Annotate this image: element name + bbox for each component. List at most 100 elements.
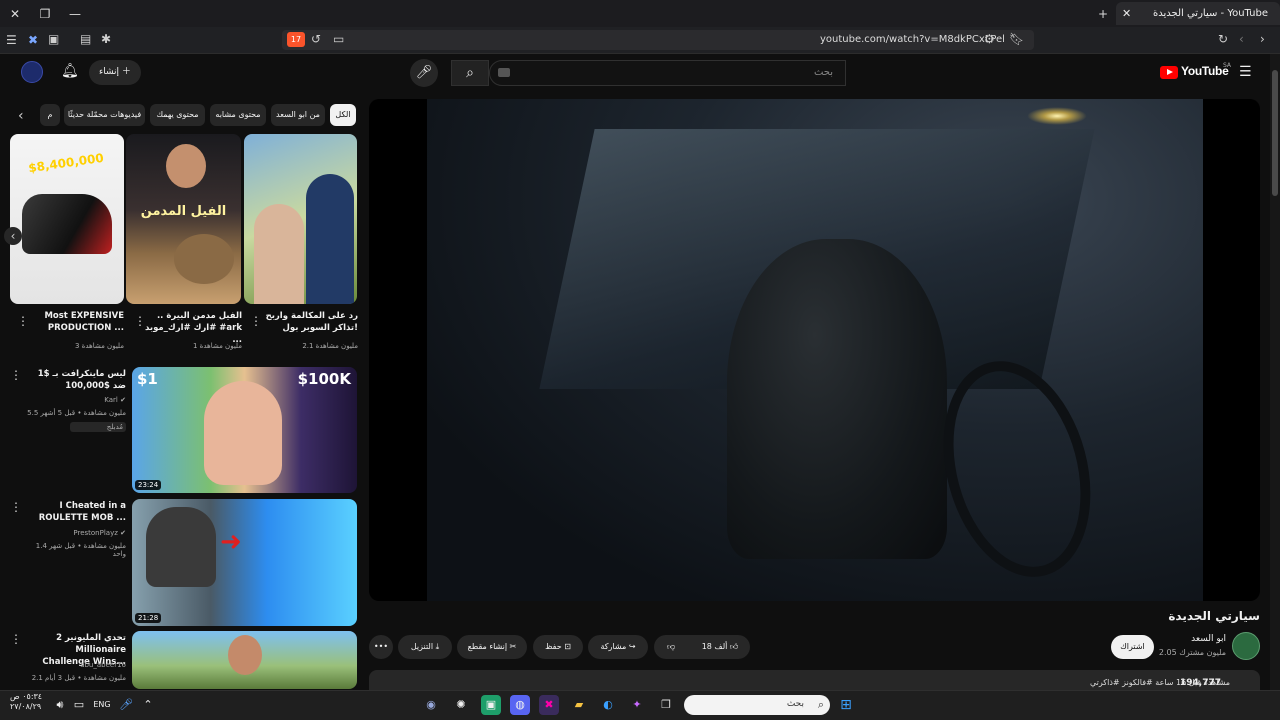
short-more-icon-3[interactable]: ⋮: [17, 314, 29, 328]
video-title-1[interactable]: ليس ماينكرافت بـ $1 ضد $100,000: [26, 368, 126, 392]
save-button[interactable]: حفظ ⊡: [533, 635, 583, 659]
short-more-icon-1[interactable]: ⋮: [250, 314, 262, 328]
bookmark-icon[interactable]: 🔖︎: [1009, 32, 1024, 46]
chip-label: الكل: [335, 110, 351, 119]
file-explorer-icon[interactable]: ▰: [569, 695, 589, 715]
search-button[interactable]: ⌕: [451, 60, 489, 86]
video-more-icon-3[interactable]: ⋮: [10, 632, 22, 646]
extension-icon[interactable]: ✖: [28, 33, 38, 47]
guide-menu-icon[interactable]: ☰: [1239, 64, 1252, 80]
chip-related[interactable]: محتوى مشابه: [210, 104, 266, 126]
chip-all[interactable]: الكل: [330, 104, 356, 126]
restore-window-icon[interactable]: ❐: [36, 5, 54, 23]
brave-shield-icon[interactable]: 17: [287, 32, 305, 47]
taskbar-search[interactable]: ⌕ بحث: [684, 695, 830, 715]
download-button[interactable]: التنزيل ⤓: [398, 635, 452, 659]
video-thumbnail-2[interactable]: ➜ 21:28: [132, 499, 357, 626]
video-thumbnail-3-face: [228, 635, 262, 675]
site-settings-icon[interactable]: ⚙: [984, 32, 995, 46]
short-thumbnail-2[interactable]: الفيل المدمن: [126, 134, 241, 304]
shorts-scroll-left-icon[interactable]: ‹: [4, 227, 22, 245]
account-avatar[interactable]: [21, 61, 43, 83]
more-actions-button[interactable]: •••: [369, 635, 393, 659]
close-tab-icon[interactable]: ✕: [1122, 2, 1131, 25]
short-thumbnail-1[interactable]: [244, 134, 357, 304]
short-thumbnail-1-person: [306, 174, 354, 304]
video-more-icon-1[interactable]: ⋮: [10, 368, 22, 382]
create-button[interactable]: إنشاء ＋: [89, 60, 141, 85]
video-more-icon-2[interactable]: ⋮: [10, 500, 22, 514]
like-button[interactable]: 18 ألف 👍︎: [690, 635, 750, 659]
short-more-icon-2[interactable]: ⋮: [134, 314, 146, 328]
share-button[interactable]: مشاركة ↪: [588, 635, 648, 659]
rewind-icon[interactable]: ↺: [311, 32, 321, 46]
shield-badge-count: 17: [290, 35, 302, 44]
channel-name[interactable]: ابو السعد: [1150, 634, 1226, 644]
chip-from-channel[interactable]: من ابو السعد: [271, 104, 325, 126]
notifications-bell-icon[interactable]: 🔔︎: [61, 63, 79, 79]
discord-icon[interactable]: ◍: [510, 695, 530, 715]
app-icon[interactable]: ✺: [451, 695, 471, 715]
wallet-icon[interactable]: ▤: [80, 32, 91, 46]
system-clock[interactable]: ٠٥:٣٤ ص ٢٧/٠٨/٢٩: [10, 692, 42, 712]
browser-tab[interactable]: سيارتي الجديدة - YouTube ✕: [1116, 2, 1280, 25]
language-indicator[interactable]: ENG: [90, 695, 114, 715]
short-title-1[interactable]: رد على المكالمة واربح تذاكر السوبر بول!: [258, 310, 358, 334]
short-thumbnail-1-person: [254, 204, 304, 304]
video-thumbnail-1[interactable]: $1 $100K 23:24: [132, 367, 357, 493]
minimize-window-icon[interactable]: —: [66, 5, 84, 23]
dislike-button[interactable]: 👎︎: [654, 635, 688, 659]
back-icon[interactable]: ›: [1260, 32, 1265, 46]
scrollbar-thumb[interactable]: [1272, 70, 1278, 196]
chip-for-you[interactable]: محتوى يهمك: [150, 104, 205, 126]
steam-icon[interactable]: ◉: [421, 695, 441, 715]
clip-button[interactable]: إنشاء مقطع ✂: [457, 635, 527, 659]
reader-mode-icon[interactable]: ▭: [333, 32, 344, 46]
copilot-icon[interactable]: ✦: [627, 695, 647, 715]
video-channel-1[interactable]: Karl ✔: [26, 396, 126, 404]
store-icon[interactable]: ▣: [481, 695, 501, 715]
microphone-tray-icon[interactable]: 🎤︎: [116, 695, 136, 715]
forward-icon[interactable]: ‹: [1239, 32, 1244, 46]
video-channel-2[interactable]: PrestonPlayz ✔: [26, 529, 126, 537]
video-thumbnail-2-mob: [146, 507, 216, 587]
video-thumbnail-1-right-text: $100K: [297, 370, 351, 388]
url-text[interactable]: youtube.com/watch?v=M8dkPCxLPel: [820, 34, 1005, 45]
channel-avatar[interactable]: [1232, 632, 1260, 660]
search-input[interactable]: بحث: [489, 60, 846, 86]
reload-icon[interactable]: ↻: [1218, 32, 1228, 46]
tray-overflow-icon[interactable]: ⌃: [138, 695, 158, 715]
youtube-logo[interactable]: YouTube: [1160, 64, 1229, 80]
menu-icon[interactable]: ☰: [6, 33, 17, 47]
windows-start-icon[interactable]: ⊞: [836, 695, 856, 715]
new-tab-icon[interactable]: +: [1094, 5, 1112, 23]
video-channel-3[interactable]: abu_abeer16: [26, 661, 126, 669]
sidebar-icon[interactable]: ▣: [48, 32, 59, 46]
short-title-2[interactable]: الفيل مدمن البيرة .. #ارك #ارك_موبد #ark…: [142, 310, 242, 346]
task-view-icon[interactable]: ❐: [656, 695, 676, 715]
speaker-icon[interactable]: 🔊︎: [50, 695, 70, 715]
short-thumbnail-2-creature: [174, 234, 234, 284]
browser-title-bar: [0, 0, 1280, 27]
short-thumbnail-2-text: الفيل المدمن: [140, 204, 227, 219]
video-thumbnail-3[interactable]: [132, 631, 357, 689]
create-label: إنشاء: [99, 67, 120, 77]
chip-partial[interactable]: م: [40, 104, 60, 126]
puzzle-icon[interactable]: ✱: [101, 32, 111, 46]
tab-title: سيارتي الجديدة - YouTube: [1152, 8, 1268, 19]
video-title-2[interactable]: I Cheated in a ROULETTE MOB ...: [26, 500, 126, 524]
keyboard-icon[interactable]: [498, 68, 510, 77]
video-player[interactable]: [369, 99, 1260, 601]
close-window-icon[interactable]: ✕: [6, 5, 24, 23]
edge-icon[interactable]: ◐: [598, 695, 618, 715]
short-thumbnail-3[interactable]: $8,400,000: [10, 134, 124, 304]
video-title: سيارتي الجديدة: [1168, 609, 1260, 623]
network-icon[interactable]: ▭: [69, 695, 89, 715]
short-title-3[interactable]: Most EXPENSIVE PRODUCTION ...: [24, 310, 124, 334]
chip-recently-uploaded[interactable]: فيديوهات محمّلة حديثًا: [64, 104, 145, 126]
voice-search-mic-icon[interactable]: 🎤︎: [410, 59, 438, 87]
taskbar-search-placeholder: بحث: [786, 699, 804, 709]
chips-scroll-left-icon[interactable]: ‹: [18, 108, 24, 124]
subscribe-button[interactable]: اشتراك: [1111, 635, 1154, 659]
extension-app-icon[interactable]: ✖: [539, 695, 559, 715]
